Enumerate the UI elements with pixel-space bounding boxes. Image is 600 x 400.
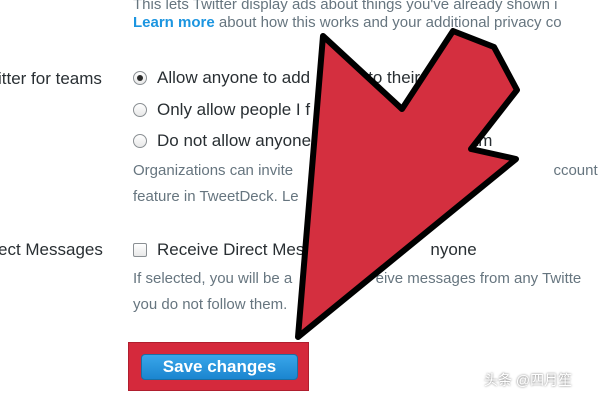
checkbox-label: Receive Direct Mes [157,240,305,259]
teams-note-line1: Organizations can invite [133,162,294,179]
privacy-description-text: This lets Twitter display ads about thin… [133,0,558,13]
option-label: Only allow people I f [157,100,311,119]
save-changes-button[interactable]: Save changes [141,354,298,380]
teams-option-only-allow-follow[interactable]: Only allow people I f o ad their team [133,98,487,122]
dm-note: If selected, you will be a eive messages… [133,266,581,292]
teams-option-do-not-allow[interactable]: Do not allow anyone eir team [133,129,492,153]
receive-dm-checkbox[interactable] [133,243,147,257]
teams-note-second: feature in TweetDeck. Le [133,184,299,210]
radio-do-not-allow[interactable] [133,134,147,148]
privacy-description: This lets Twitter display ads about thin… [133,0,557,13]
option-label-end: their team [411,100,487,119]
dm-note-line1-tail: eive messages from any Twitte [375,270,582,287]
learn-more-rest-text: about how this works and your additional… [214,14,562,31]
learn-more-link[interactable]: Learn more [133,14,215,31]
option-label: Allow anyone to add [157,68,311,87]
option-label: Do not allow anyone [157,131,312,150]
watermark-text: 头条 @四月笙 [484,372,573,388]
option-label-tail: eir team [431,131,493,150]
teams-option-allow-anyone[interactable]: Allow anyone to add to their t [133,66,430,90]
teams-section-label: itter for teams [0,69,102,88]
teams-note-line1-tail: ccount usi [553,162,600,179]
radio-allow-anyone[interactable] [133,71,147,85]
teams-note: Organizations can invite ccount usi [133,158,600,184]
dm-note-line1: If selected, you will be a [133,270,293,287]
direct-messages-option[interactable]: Receive Direct Mes nyone [133,238,477,262]
option-label-tail: o ad [332,100,366,119]
radio-only-allow-follow[interactable] [133,103,147,117]
option-label-tail: to their t [368,68,430,87]
dm-note-line2: you do not follow them. [133,296,288,313]
direct-messages-section-label: ect Messages [0,240,103,259]
checkbox-label-tail: nyone [430,240,477,259]
dm-note-second: you do not follow them. [133,292,287,318]
pointer-arrow-icon [295,28,520,340]
privacy-learn-more-line: Learn more about how this works and your… [133,14,562,31]
teams-note-line2: feature in TweetDeck. Le [133,188,299,205]
